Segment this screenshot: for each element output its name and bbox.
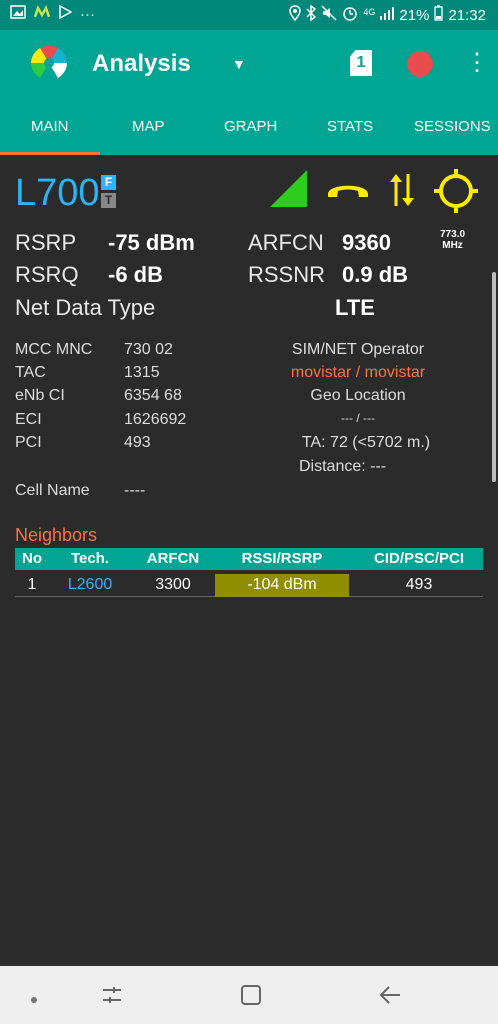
rsrq-label: RSRQ — [15, 262, 79, 287]
arfcn-value: 9360 — [342, 230, 391, 255]
rsrp-label: RSRP — [15, 230, 77, 255]
col-arfcn: ARFCN — [146, 550, 200, 567]
rsrq-value: -6 dB — [108, 262, 163, 287]
geo-location-value: --- / --- — [341, 411, 375, 425]
signal-level-icon — [270, 170, 308, 213]
app-bar: Analysis ▼ 1 ⋮ — [0, 30, 498, 100]
frequency-value: 773.0 MHz — [440, 229, 465, 251]
scrollbar[interactable] — [492, 272, 496, 482]
tab-stats[interactable]: STATS — [327, 118, 373, 135]
badge-f: F — [101, 175, 116, 190]
cell-name-label: Cell Name — [15, 482, 90, 499]
row-arfcn: 3300 — [155, 576, 191, 593]
pci-label: PCI — [15, 434, 42, 451]
home-icon[interactable] — [240, 984, 262, 1011]
net-data-type-value: LTE — [335, 295, 375, 320]
location-icon — [289, 5, 302, 25]
pci-value: 493 — [124, 434, 151, 451]
tab-map[interactable]: MAP — [132, 118, 165, 135]
cell-name-value: ---- — [124, 482, 146, 499]
signal-strength-icon — [380, 6, 395, 24]
mute-icon — [321, 5, 337, 25]
timing-advance: TA: 72 (<5702 m.) — [301, 434, 431, 451]
net-data-type-label: Net Data Type — [15, 295, 156, 320]
movistar-notification-icon — [33, 4, 51, 23]
neighbors-table-header: No Tech. ARFCN RSSI/RSRP CID/PSC/PCI — [15, 548, 483, 570]
battery-icon — [434, 5, 444, 25]
geo-location-label: Geo Location — [310, 387, 406, 404]
nav-dot-icon[interactable] — [30, 991, 38, 1009]
alarm-icon — [342, 5, 358, 25]
gallery-notification-icon — [10, 5, 26, 23]
record-button[interactable] — [407, 51, 433, 77]
app-title: Analysis — [92, 50, 191, 77]
call-icon — [325, 178, 371, 205]
operator-value: movistar / movistar — [290, 364, 426, 381]
arfcn-label: ARFCN — [248, 230, 324, 255]
battery-percentage: 21% — [399, 6, 430, 24]
navigation-bar — [0, 966, 498, 1024]
rsrp-value: -75 dBm — [108, 230, 195, 255]
mcc-mnc-value: 730 02 — [124, 341, 173, 358]
neighbors-title: Neighbors — [15, 525, 98, 545]
col-tech: Tech. — [70, 550, 110, 567]
tab-main[interactable]: MAIN — [31, 118, 69, 135]
distance-value: Distance: --- — [299, 458, 387, 475]
crosshair-icon[interactable] — [434, 169, 478, 218]
play-store-notification-icon — [58, 4, 73, 23]
bluetooth-icon — [306, 4, 317, 25]
recent-apps-icon[interactable] — [100, 984, 124, 1011]
row-no: 1 — [27, 576, 37, 593]
frequency-number: 773.0 — [440, 229, 466, 240]
frequency-unit: MHz — [442, 240, 463, 251]
more-notifications-icon: ··· — [80, 5, 95, 23]
sim-slot-icon[interactable]: 1 — [350, 50, 372, 76]
overflow-menu-icon[interactable]: ⋮ — [465, 48, 489, 78]
enb-ci-label: eNb CI — [15, 387, 65, 404]
tab-graph[interactable]: GRAPH — [224, 118, 277, 135]
table-row[interactable]: 1 L2600 3300 -104 dBm 493 — [15, 574, 483, 597]
clock: 21:32 — [448, 6, 486, 24]
badge-t: T — [101, 193, 116, 208]
operator-label: SIM/NET Operator — [291, 341, 425, 358]
network-type-label: 4G — [363, 7, 376, 17]
eci-label: ECI — [15, 411, 42, 428]
rssnr-label: RSSNR — [248, 262, 326, 287]
tab-sessions[interactable]: SESSIONS — [414, 118, 491, 135]
back-icon[interactable] — [378, 984, 402, 1011]
tab-bar: MAIN MAP GRAPH STATS SESSIONS — [0, 100, 498, 155]
title-dropdown-icon[interactable]: ▼ — [232, 56, 246, 72]
col-rssi-rsrp: RSSI/RSRP — [241, 550, 323, 567]
active-tab-indicator — [0, 152, 100, 155]
tac-value: 1315 — [124, 364, 160, 381]
row-cid: 493 — [405, 576, 433, 593]
col-no: No — [22, 550, 42, 567]
col-cid-psc-pci: CID/PSC/PCI — [373, 550, 464, 567]
enb-ci-value: 6354 68 — [124, 387, 182, 404]
data-activity-icon — [388, 172, 416, 213]
mcc-mnc-label: MCC MNC — [15, 341, 93, 358]
tac-label: TAC — [15, 364, 46, 381]
eci-value: 1626692 — [124, 411, 187, 428]
row-tech: L2600 — [67, 576, 113, 593]
row-rssi: -104 dBm — [247, 576, 317, 593]
serving-cell-tech: L700 — [15, 172, 100, 214]
app-logo-icon[interactable] — [28, 42, 70, 89]
rssnr-value: 0.9 dB — [342, 262, 409, 287]
status-bar: ··· 4G 21% 21:32 — [0, 0, 498, 30]
